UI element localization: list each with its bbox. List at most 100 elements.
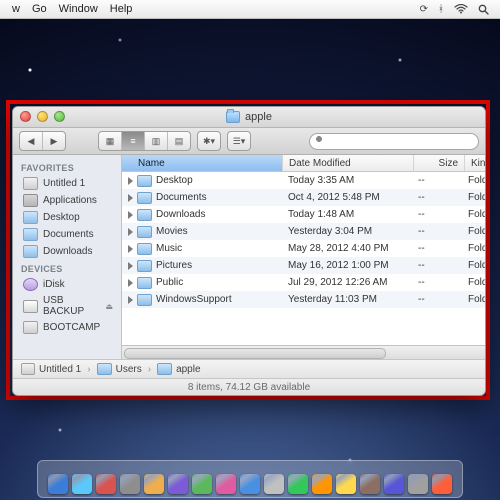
disclosure-triangle-icon[interactable] <box>128 228 133 236</box>
file-size: -- <box>412 192 462 203</box>
file-date: May 28, 2012 4:40 PM <box>282 243 412 254</box>
file-row[interactable]: DocumentsOct 4, 2012 5:48 PM--Folde <box>122 189 485 206</box>
disclosure-triangle-icon[interactable] <box>128 262 133 270</box>
zoom-button[interactable] <box>54 111 65 122</box>
file-row[interactable]: MusicMay 28, 2012 4:40 PM--Folde <box>122 240 485 257</box>
disclosure-triangle-icon[interactable] <box>128 177 133 185</box>
file-name: WindowsSupport <box>156 294 232 305</box>
view-icon-button[interactable]: ▦ <box>99 132 122 150</box>
file-kind: Folde <box>462 294 485 305</box>
column-name[interactable]: Name <box>122 155 283 171</box>
search-field[interactable] <box>309 133 479 150</box>
disclosure-triangle-icon[interactable] <box>128 211 133 219</box>
dock-app[interactable] <box>384 474 404 494</box>
dock-app[interactable] <box>48 474 68 494</box>
path-crumb[interactable]: apple <box>157 363 200 375</box>
view-list-button[interactable]: ≡ <box>122 132 145 150</box>
sidebar-item-desktop[interactable]: Desktop <box>13 209 121 226</box>
desktop: w Go Window Help ⟳ ᚼ apple <box>0 0 500 500</box>
folder-icon <box>137 294 152 306</box>
menu-item-window[interactable]: Window <box>53 3 104 15</box>
disclosure-triangle-icon[interactable] <box>128 194 133 202</box>
sidebar-item-downloads[interactable]: Downloads <box>13 243 121 260</box>
file-date: Jul 29, 2012 12:26 AM <box>282 277 412 288</box>
path-crumb[interactable]: Untitled 1 <box>21 363 81 375</box>
sidebar-item-applications[interactable]: Applications <box>13 192 121 209</box>
sidebar-item-usb-backup[interactable]: USB BACKUP⏏ <box>13 293 121 319</box>
search-input[interactable] <box>309 133 479 150</box>
menu-item[interactable]: w <box>6 3 26 15</box>
file-size: -- <box>412 209 462 220</box>
dock-app[interactable] <box>432 474 452 494</box>
menu-item-go[interactable]: Go <box>26 3 53 15</box>
close-button[interactable] <box>20 111 31 122</box>
sync-icon[interactable]: ⟳ <box>415 4 433 15</box>
window-title: apple <box>245 111 272 123</box>
applications-icon <box>23 194 38 207</box>
file-row[interactable]: WindowsSupportYesterday 11:03 PM--Folde <box>122 291 485 308</box>
dock-app[interactable] <box>72 474 92 494</box>
file-name: Downloads <box>156 209 205 220</box>
file-row[interactable]: DesktopToday 3:35 AM--Folde <box>122 172 485 189</box>
disclosure-triangle-icon[interactable] <box>128 279 133 287</box>
arrange-menu[interactable]: ☰▾ <box>227 131 251 151</box>
dock-app[interactable] <box>216 474 236 494</box>
hd-icon <box>23 177 38 190</box>
dock-app[interactable] <box>96 474 116 494</box>
scrollbar-thumb[interactable] <box>124 348 386 359</box>
file-date: Yesterday 11:03 PM <box>282 294 412 305</box>
view-coverflow-button[interactable]: ▤ <box>168 132 190 150</box>
spotlight-icon[interactable] <box>473 4 494 15</box>
folder-icon <box>137 209 152 221</box>
path-crumb[interactable]: Users <box>97 363 142 375</box>
disclosure-triangle-icon[interactable] <box>128 245 133 253</box>
dock-app[interactable] <box>240 474 260 494</box>
sidebar-item-bootcamp[interactable]: BOOTCAMP <box>13 319 121 336</box>
hd-icon <box>23 321 38 334</box>
file-kind: Folde <box>462 192 485 203</box>
folder-icon <box>137 192 152 204</box>
wifi-icon[interactable] <box>449 4 473 14</box>
action-menu[interactable]: ✱▾ <box>197 131 221 151</box>
dock-app[interactable] <box>144 474 164 494</box>
sidebar-item-idisk[interactable]: iDisk <box>13 276 121 293</box>
dock-app[interactable] <box>192 474 212 494</box>
column-date-modified[interactable]: Date Modified <box>283 155 414 171</box>
sidebar-item-untitled[interactable]: Untitled 1 <box>13 175 121 192</box>
column-size[interactable]: Size <box>414 155 465 171</box>
sidebar-item-documents[interactable]: Documents <box>13 226 121 243</box>
bluetooth-icon[interactable]: ᚼ <box>433 4 449 15</box>
folder-icon <box>137 226 152 238</box>
chevron-right-icon: › <box>148 364 151 375</box>
dock-app[interactable] <box>312 474 332 494</box>
dock-app[interactable] <box>408 474 428 494</box>
dock-app[interactable] <box>360 474 380 494</box>
dock-app[interactable] <box>288 474 308 494</box>
sidebar-header-favorites: FAVORITES <box>13 159 121 175</box>
title-bar[interactable]: apple <box>13 107 485 128</box>
forward-button[interactable]: ▶ <box>43 132 65 150</box>
file-row[interactable]: PicturesMay 16, 2012 1:00 PM--Folde <box>122 257 485 274</box>
sidebar: FAVORITES Untitled 1 Applications Deskto… <box>13 155 122 359</box>
file-row[interactable]: MoviesYesterday 3:04 PM--Folde <box>122 223 485 240</box>
back-button[interactable]: ◀ <box>20 132 43 150</box>
column-kind[interactable]: Kind <box>465 155 486 171</box>
file-row[interactable]: DownloadsToday 1:48 AM--Folde <box>122 206 485 223</box>
dock-app[interactable] <box>120 474 140 494</box>
file-name: Pictures <box>156 260 192 271</box>
dock-app[interactable] <box>168 474 188 494</box>
folder-icon <box>226 111 240 123</box>
disclosure-triangle-icon[interactable] <box>128 296 133 304</box>
menu-item-help[interactable]: Help <box>104 3 139 15</box>
file-size: -- <box>412 243 462 254</box>
file-kind: Folde <box>462 277 485 288</box>
file-row[interactable]: PublicJul 29, 2012 12:26 AM--Folde <box>122 274 485 291</box>
file-rows: DesktopToday 3:35 AM--FoldeDocumentsOct … <box>122 172 485 345</box>
horizontal-scrollbar[interactable] <box>122 345 485 359</box>
view-column-button[interactable]: ▥ <box>145 132 168 150</box>
eject-icon[interactable]: ⏏ <box>105 302 113 311</box>
dock-app[interactable] <box>336 474 356 494</box>
folder-icon <box>137 175 152 187</box>
dock-app[interactable] <box>264 474 284 494</box>
minimize-button[interactable] <box>37 111 48 122</box>
